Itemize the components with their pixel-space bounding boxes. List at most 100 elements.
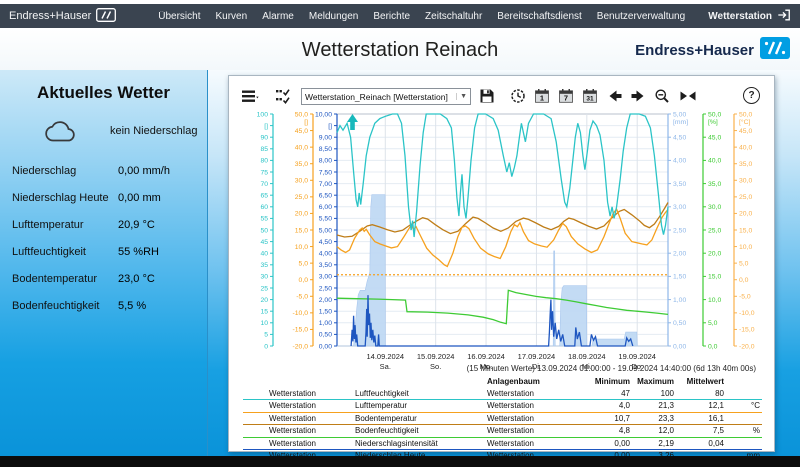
legend-header-row: Anlagenbaum Minimum Maximum Mittelwert [243, 376, 762, 388]
svg-text:30,0: 30,0 [708, 204, 721, 211]
weather-row: Niederschlag Heute0,00 mm [0, 184, 207, 211]
nav-item-berichte[interactable]: Berichte [373, 11, 410, 22]
svg-text:5,00: 5,00 [319, 227, 332, 234]
nav-item-benutzerverwaltung[interactable]: Benutzerverwaltung [597, 11, 685, 22]
svg-text:15,0: 15,0 [295, 227, 308, 234]
compress-time-icon[interactable] [679, 88, 697, 106]
current-condition: kein Niederschlag [0, 113, 207, 149]
header-brand: Endress+Hauser [635, 37, 790, 63]
svg-text:0,0: 0,0 [708, 343, 718, 350]
svg-text:-5,0: -5,0 [739, 294, 751, 301]
calendar-day-icon[interactable]: 1 [534, 88, 552, 106]
nav-item--bersicht[interactable]: Übersicht [158, 11, 200, 22]
svg-text:6,50: 6,50 [319, 193, 332, 200]
svg-text:70: 70 [260, 181, 268, 188]
pan-right-icon[interactable] [630, 88, 648, 106]
axis-bodenfeuchtigkeit_axis: 0,05,010,015,020,025,030,035,040,045,050… [703, 111, 721, 350]
axis-niederschlag_heute_axis: 0,000,501,001,502,002,503,003,504,004,50… [668, 111, 688, 350]
col-maximum: Maximum [630, 377, 674, 386]
weather-label: Niederschlag [12, 165, 118, 177]
weather-row: Niederschlag0,00 mm/h [0, 157, 207, 184]
calendar-month-icon[interactable]: 31 [582, 88, 600, 106]
weather-station-app: Endress+Hauser Übersicht Kurven Alarme Meld… [0, 0, 800, 467]
chevron-down-icon: ▼ [456, 93, 467, 100]
svg-text:20,0: 20,0 [295, 211, 308, 218]
endress-hauser-logo-icon [760, 37, 790, 63]
svg-text:10,0: 10,0 [739, 244, 752, 251]
svg-text:35,0: 35,0 [739, 161, 752, 168]
svg-text:4,50: 4,50 [319, 239, 332, 246]
legend-row-bodentemperatur[interactable]: WetterstationBodentemperaturWetterstatio… [243, 413, 762, 426]
svg-text:30,0: 30,0 [739, 178, 752, 185]
nav-user[interactable]: Wetterstation [708, 8, 800, 25]
svg-text:60: 60 [260, 204, 268, 211]
svg-text:8,50: 8,50 [319, 146, 332, 153]
svg-text:2,00: 2,00 [673, 251, 686, 258]
svg-text:25,0: 25,0 [295, 194, 308, 201]
pan-left-icon[interactable] [607, 88, 625, 106]
time-range-icon[interactable] [510, 88, 528, 106]
svg-text:2,50: 2,50 [319, 285, 332, 292]
legend-table: Anlagenbaum Minimum Maximum Mittelwert W… [243, 376, 762, 463]
trend-chart[interactable]: 14.09.2024Sa.15.09.2024So.16.09.2024Mo.1… [229, 106, 776, 372]
legend-row-lufttemperatur[interactable]: WetterstationLufttemperaturWetterstation… [243, 400, 762, 413]
legend-row-bodenfeuchtigkeit[interactable]: WetterstationBodenfeuchtigkeitWetterstat… [243, 425, 762, 438]
svg-text:1,50: 1,50 [319, 309, 332, 316]
axis-luftfeuchtigkeit_axis: 051015202530354045505560657075808590[]10… [257, 111, 273, 350]
menu-icon[interactable] [241, 88, 259, 106]
nav-item-bereitschaftsdienst[interactable]: Bereitschaftsdienst [497, 11, 582, 22]
svg-text:40,0: 40,0 [295, 144, 308, 151]
svg-text:50: 50 [260, 227, 268, 234]
svg-text:75: 75 [260, 169, 268, 176]
nav-brand: Endress+Hauser [0, 8, 116, 25]
calendar-week-icon[interactable]: 7 [558, 88, 576, 106]
nav-item-alarme[interactable]: Alarme [262, 11, 294, 22]
weather-value: 20,9 °C [118, 219, 155, 231]
svg-text:0,50: 0,50 [319, 332, 332, 339]
save-icon[interactable] [479, 88, 497, 106]
station-dropdown[interactable]: Wetterstation_Reinach [Wetterstation] ▼ [301, 88, 471, 105]
top-nav: Endress+Hauser Übersicht Kurven Alarme Meld… [0, 4, 800, 28]
nav-item-meldungen[interactable]: Meldungen [309, 11, 358, 22]
condition-label: kein Niederschlag [110, 125, 197, 137]
svg-text:65: 65 [260, 193, 268, 200]
series-lufttemperatur [337, 209, 668, 266]
nav-item-zeitschaltuhr[interactable]: Zeitschaltuhr [425, 11, 482, 22]
svg-text:0,00: 0,00 [319, 343, 332, 350]
weather-value: 0,00 mm [118, 192, 161, 204]
x-tick-day: So. [430, 362, 441, 371]
svg-text:1: 1 [540, 94, 544, 103]
svg-text:50,0: 50,0 [708, 111, 721, 118]
axis-niederschlagsintensitaet_axis: 0,000,501,001,502,002,503,003,504,004,50… [315, 111, 337, 350]
svg-text:45,0: 45,0 [739, 128, 752, 135]
svg-text:3,00: 3,00 [319, 274, 332, 281]
select-curves-icon[interactable] [275, 88, 293, 106]
svg-text:35,0: 35,0 [295, 161, 308, 168]
col-anlagenbaum: Anlagenbaum [487, 377, 574, 386]
logout-icon[interactable] [777, 8, 791, 25]
svg-text:5,00: 5,00 [673, 111, 686, 118]
svg-text:20: 20 [260, 297, 268, 304]
svg-text:-15,0: -15,0 [739, 327, 755, 334]
svg-text:20,0: 20,0 [708, 251, 721, 258]
zoom-out-icon[interactable] [654, 88, 672, 106]
svg-text:1,00: 1,00 [319, 320, 332, 327]
current-weather-sidebar: Aktuelles Wetter kein Niederschlag Niede… [0, 70, 208, 456]
svg-text:15: 15 [260, 309, 268, 316]
svg-text:5,0: 5,0 [739, 260, 749, 267]
nav-item-kurven[interactable]: Kurven [216, 11, 248, 22]
weather-row: Lufttemperatur20,9 °C [0, 211, 207, 238]
weather-value-list: Niederschlag0,00 mm/hNiederschlag Heute0… [0, 157, 207, 319]
time-range-label: (15 Minuten Werte) 13.09.2024 01:00:00 -… [467, 364, 756, 373]
svg-text:40,0: 40,0 [739, 144, 752, 151]
svg-text:30: 30 [260, 274, 268, 281]
weather-label: Bodenfeuchtigkeit [12, 300, 118, 312]
series-bodenfeuchtigkeit [337, 290, 668, 323]
svg-text:[]: [] [264, 123, 268, 130]
legend-row-luftfeuchtigkeit[interactable]: WetterstationLuftfeuchtigkeitWetterstati… [243, 388, 762, 401]
help-icon[interactable]: ? [743, 87, 760, 104]
col-mittelwert: Mittelwert [674, 377, 724, 386]
legend-row-niederschlagsintensit-t[interactable]: WetterstationNiederschlagsintensitätWett… [243, 438, 762, 451]
weather-value: 23,0 °C [118, 273, 155, 285]
svg-text:15,0: 15,0 [739, 227, 752, 234]
